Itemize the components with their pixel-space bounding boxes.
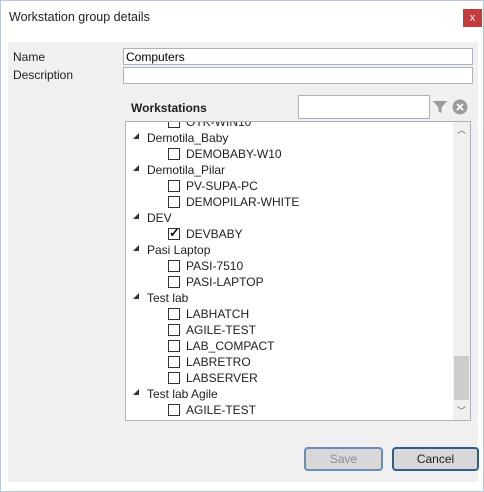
tree-item[interactable]: AGILE-TEST [126, 322, 452, 338]
workstation-filter-input[interactable] [298, 95, 430, 119]
tree-item-label: LABHATCH [186, 307, 250, 321]
tree-item[interactable]: LABHATCH [126, 306, 452, 322]
checkbox[interactable] [168, 324, 180, 336]
tree-group-label: Demotila_Baby [147, 131, 229, 145]
tree-group[interactable]: DEV [126, 210, 452, 226]
description-label: Description [13, 68, 74, 82]
checkbox[interactable] [168, 308, 180, 320]
tree-group-label: Test lab Agile [147, 387, 218, 401]
tree-item[interactable]: PASI-LAPTOP [126, 274, 452, 290]
tree-item[interactable]: DEVBABY [126, 225, 452, 242]
checkbox[interactable] [168, 340, 180, 352]
dialog-window: Workstation group details x Name Descrip… [0, 0, 484, 492]
scroll-thumb[interactable] [454, 356, 469, 400]
scroll-up-icon[interactable]: ︿ [453, 122, 470, 139]
scroll-down-icon[interactable]: ﹀ [453, 403, 470, 420]
tree-item[interactable]: LAB_COMPACT [126, 338, 452, 354]
tree-item-label: AGILE-TEST [186, 323, 257, 337]
window-title: Workstation group details [9, 10, 150, 24]
tree-group-label: Demotila_Pilar [147, 163, 226, 177]
expanded-arrow-icon[interactable] [133, 133, 139, 139]
tree-item-label: DEVBABY [186, 227, 243, 241]
tree-group[interactable]: Demotila_Baby [126, 130, 452, 146]
checkbox[interactable] [168, 148, 180, 160]
expanded-arrow-icon[interactable] [133, 165, 139, 171]
checkbox[interactable] [168, 260, 180, 272]
tree-item-label: LAB_COMPACT [186, 339, 275, 353]
checkbox[interactable] [168, 276, 180, 288]
expanded-arrow-icon[interactable] [133, 245, 139, 251]
tree-group[interactable]: Test lab Agile [126, 386, 452, 402]
tree-item-label: LABRETRO [186, 355, 251, 369]
tree-scrollbar[interactable]: ︿ ﹀ [453, 122, 470, 420]
tree-item[interactable]: DEMOPILAR-WHITE [126, 194, 452, 210]
checkbox[interactable] [168, 356, 180, 368]
checkbox-checked[interactable] [168, 225, 180, 241]
filter-icon[interactable] [432, 99, 448, 115]
workstations-header: Workstations [131, 101, 207, 115]
expanded-arrow-icon[interactable] [133, 293, 139, 299]
tree-item[interactable]: PV-SUPA-PC [126, 178, 452, 194]
expanded-arrow-icon[interactable] [133, 213, 139, 219]
cancel-button[interactable]: Cancel [392, 447, 479, 471]
tree-item[interactable]: LABSERVER [126, 370, 452, 386]
name-input[interactable] [123, 48, 473, 65]
checkbox[interactable] [168, 372, 180, 384]
tree-group-label: DEV [147, 211, 172, 225]
dialog-content: Name Description Workstations OTK-WIN10 D… [8, 42, 479, 482]
tree-item[interactable]: OTK-WIN10 [126, 121, 452, 130]
tree-item-label: LABSERVER [186, 371, 258, 385]
clear-filter-icon[interactable] [452, 99, 468, 115]
checkbox[interactable] [168, 196, 180, 208]
workstation-tree: OTK-WIN10 Demotila_Baby DEMOBABY-W10 Demoti… [125, 121, 471, 421]
tree-item-label: AGILE-TEST [186, 403, 257, 417]
tree-item-label: PV-SUPA-PC [186, 179, 258, 193]
tree-items: OTK-WIN10 Demotila_Baby DEMOBABY-W10 Demoti… [126, 121, 452, 418]
checkbox[interactable] [168, 180, 180, 192]
description-input[interactable] [123, 67, 473, 84]
tree-group[interactable]: Test lab [126, 290, 452, 306]
tree-item[interactable]: AGILE-TEST [126, 402, 452, 418]
tree-item-label: DEMOPILAR-WHITE [186, 195, 300, 209]
expanded-arrow-icon[interactable] [133, 389, 139, 395]
tree-item[interactable]: DEMOBABY-W10 [126, 146, 452, 162]
close-button[interactable]: x [463, 9, 482, 27]
tree-item[interactable]: PASI-7510 [126, 258, 452, 274]
title-bar: Workstation group details x [1, 1, 483, 33]
tree-group-label: Test lab [147, 291, 189, 305]
tree-item-label: OTK-WIN10 [186, 121, 252, 129]
tree-item-label: DEMOBABY-W10 [186, 147, 282, 161]
tree-group-label: Pasi Laptop [147, 243, 211, 257]
save-button[interactable]: Save [304, 447, 383, 471]
tree-group[interactable]: Pasi Laptop [126, 242, 452, 258]
tree-group[interactable]: Demotila_Pilar [126, 162, 452, 178]
checkbox[interactable] [168, 404, 180, 416]
checkbox[interactable] [168, 122, 180, 128]
name-label: Name [13, 50, 46, 64]
tree-item-label: PASI-7510 [186, 259, 244, 273]
tree-item[interactable]: LABRETRO [126, 354, 452, 370]
tree-item-label: PASI-LAPTOP [186, 275, 264, 289]
